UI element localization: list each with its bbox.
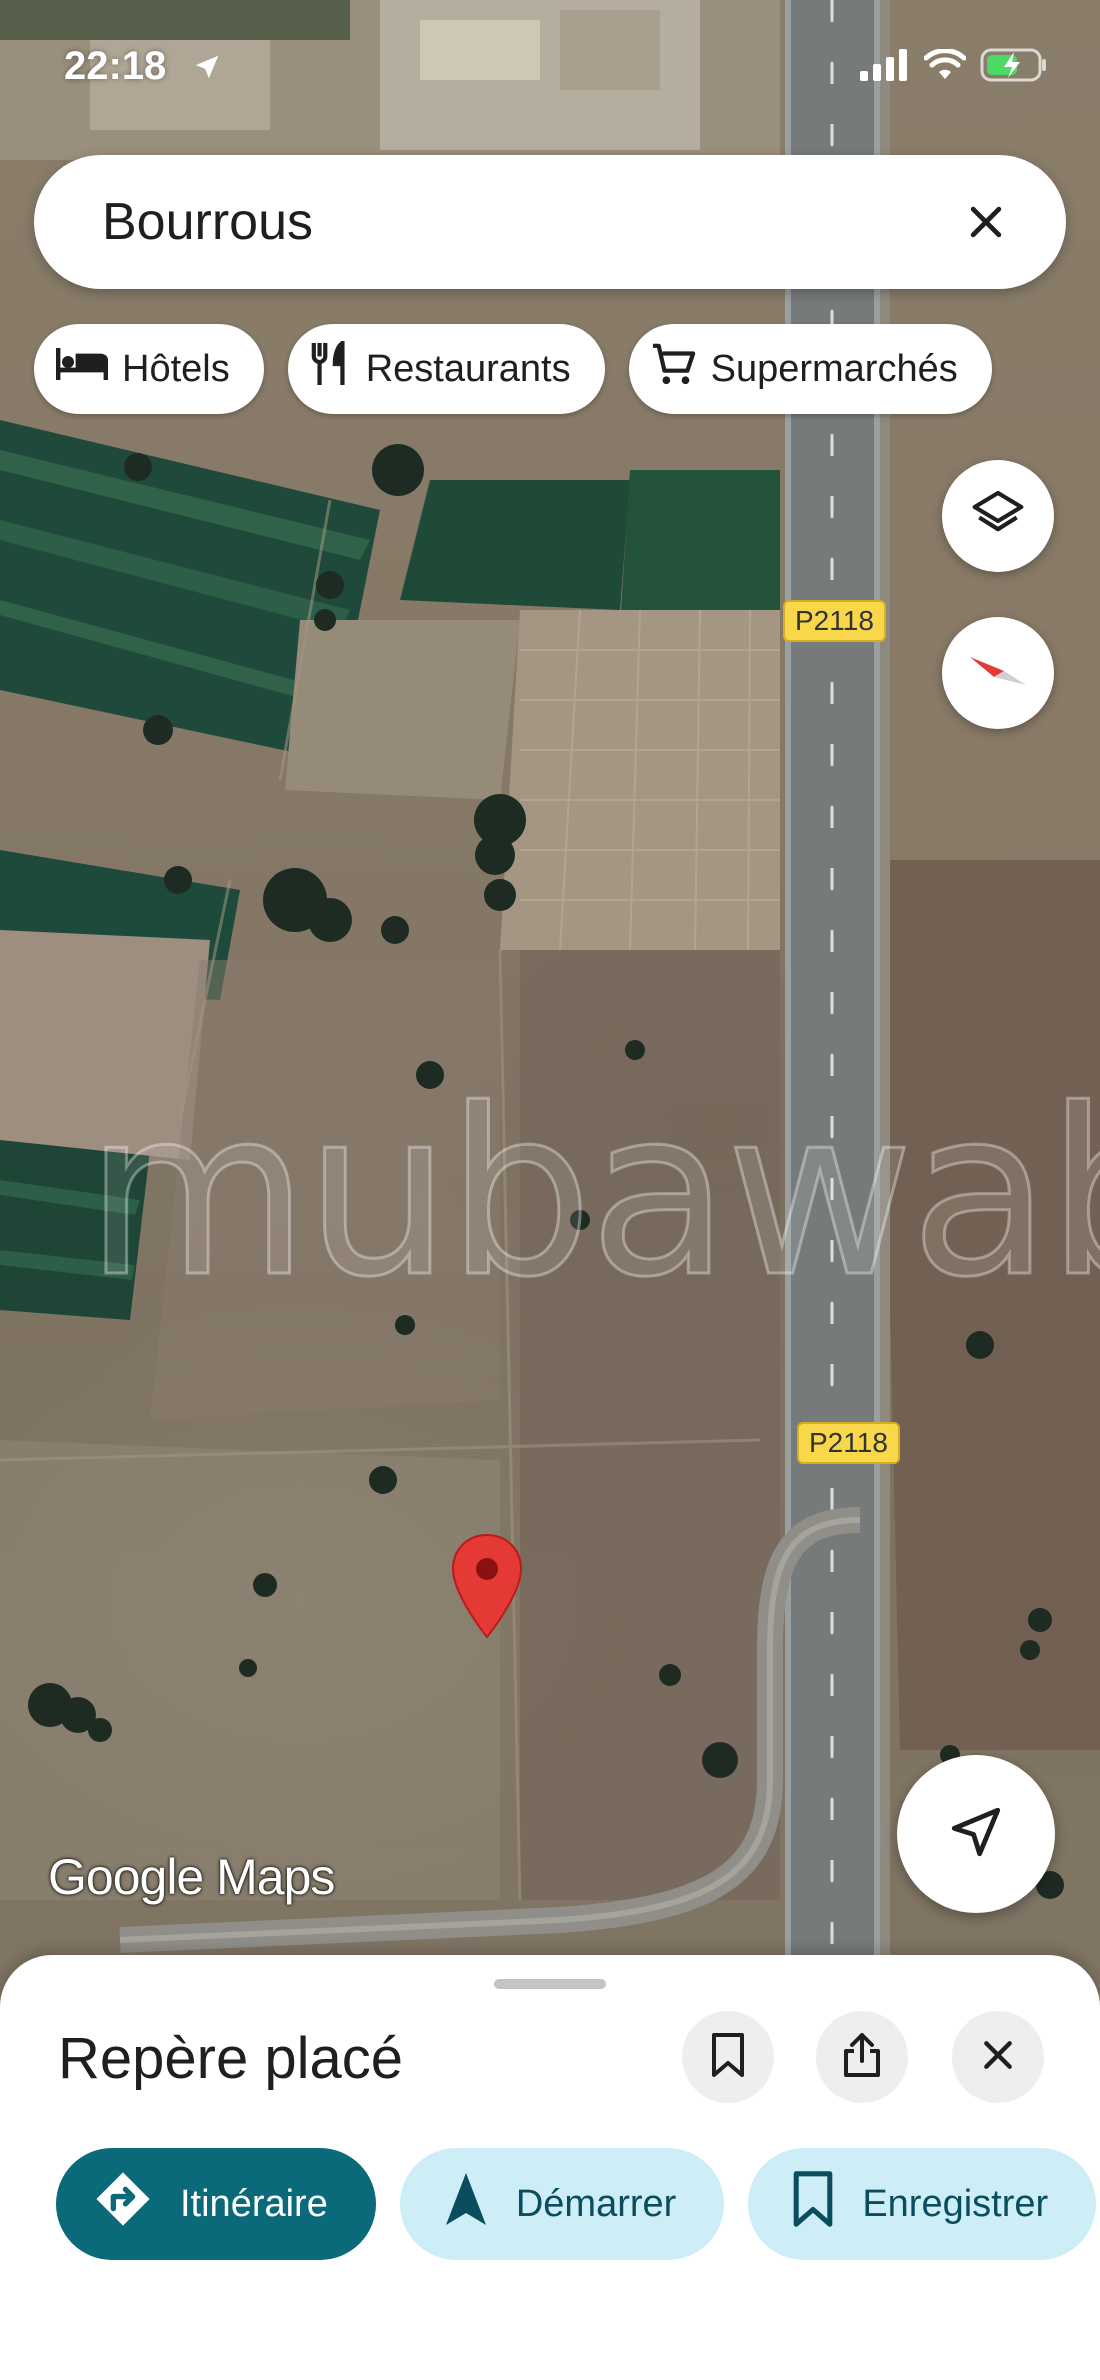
- status-bar: 22:18: [0, 0, 1100, 140]
- wifi-icon: [923, 48, 967, 86]
- chip-supermarches-label: Supermarchés: [710, 347, 958, 390]
- fork-knife-icon: [310, 339, 352, 397]
- close-sheet-button[interactable]: [952, 2011, 1044, 2103]
- drag-handle[interactable]: [494, 1979, 606, 1989]
- action-buttons: Itinéraire Démarrer Enregistrer: [56, 2148, 1097, 2260]
- watermark: mubawab: [84, 1061, 1100, 1328]
- directions-icon: [94, 2170, 152, 2238]
- sheet-title: Repère placé: [58, 2026, 403, 2091]
- chip-supermarches[interactable]: Supermarchés: [628, 324, 992, 414]
- place-bottom-sheet[interactable]: Repère placé Itinéraire Démarrer Enregis…: [0, 1955, 1100, 2380]
- layers-button[interactable]: [942, 460, 1054, 572]
- chip-restaurants[interactable]: Restaurants: [287, 324, 605, 414]
- share-icon: [842, 2032, 882, 2082]
- layers-icon: [970, 486, 1026, 547]
- cart-icon: [651, 342, 697, 396]
- status-icons: [860, 48, 1048, 87]
- directions-label: Itinéraire: [180, 2182, 328, 2225]
- navigation-icon: [444, 2171, 488, 2237]
- compass-icon: [968, 651, 1028, 696]
- map-pin-icon[interactable]: [449, 1533, 525, 1639]
- chip-hotels-label: Hôtels: [122, 347, 230, 390]
- close-icon[interactable]: [946, 182, 1026, 262]
- close-icon: [978, 2035, 1018, 2080]
- search-input[interactable]: Bourrous: [102, 192, 946, 252]
- search-bar[interactable]: Bourrous: [34, 155, 1066, 289]
- save-label: Enregistrer: [862, 2182, 1049, 2225]
- share-icon-button[interactable]: [816, 2011, 908, 2103]
- save-button[interactable]: Enregistrer: [748, 2148, 1097, 2260]
- bookmark-icon: [792, 2171, 834, 2237]
- compass-button[interactable]: [942, 617, 1054, 729]
- my-location-icon: [947, 1803, 1005, 1866]
- bed-icon: [55, 344, 109, 394]
- road-label-p2118-top: P2118: [783, 600, 886, 642]
- directions-button[interactable]: Itinéraire: [56, 2148, 376, 2260]
- battery-charging-icon: [980, 48, 1048, 87]
- bookmark-icon: [708, 2032, 748, 2082]
- status-time: 22:18: [64, 44, 167, 88]
- my-location-button[interactable]: [897, 1755, 1055, 1913]
- road-label-p2118-bottom: P2118: [797, 1422, 900, 1464]
- save-icon-button[interactable]: [682, 2011, 774, 2103]
- map-terrain: [0, 0, 1100, 2000]
- google-maps-attribution: Google Maps: [48, 1849, 335, 1905]
- start-button[interactable]: Démarrer: [399, 2148, 725, 2260]
- location-arrow-icon: [192, 52, 222, 87]
- category-chips: Hôtels Restaurants Supermarchés: [34, 324, 992, 414]
- chip-restaurants-label: Restaurants: [365, 347, 571, 390]
- signal-icon: [860, 49, 910, 86]
- satellite-map[interactable]: P2118 P2118 mubawab Google Maps: [0, 0, 1100, 2000]
- start-label: Démarrer: [515, 2182, 677, 2225]
- chip-hotels[interactable]: Hôtels: [34, 324, 264, 414]
